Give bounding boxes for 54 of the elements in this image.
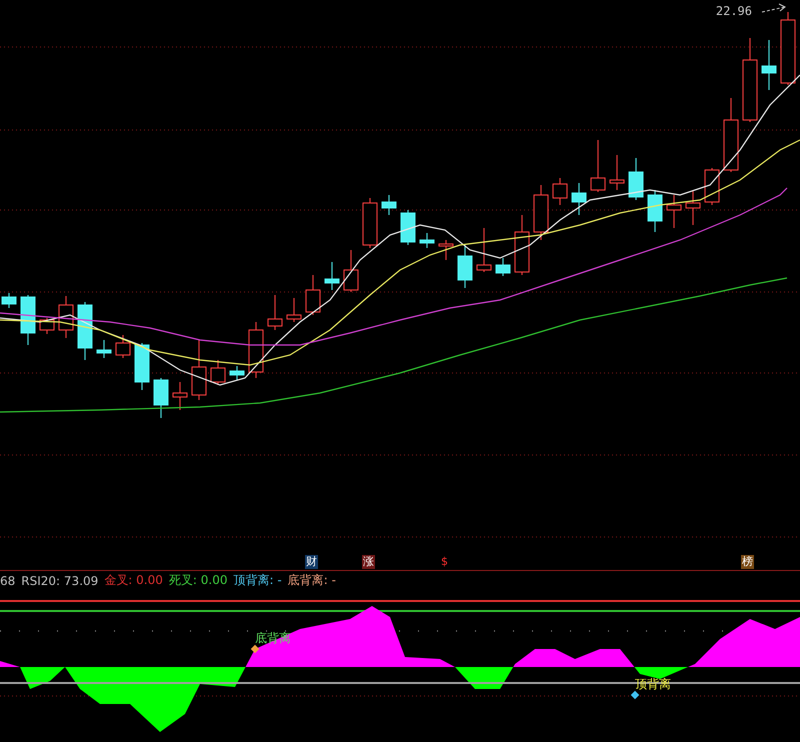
candlestick: [458, 244, 472, 288]
candlestick: [362, 198, 378, 248]
candlestick: [666, 194, 682, 228]
event-marker[interactable]: 财: [305, 555, 318, 569]
candlestick: [2, 292, 16, 308]
candlestick: [476, 228, 492, 272]
candlestick: [344, 250, 358, 292]
candlestick: [628, 158, 644, 200]
candlestick: [496, 258, 510, 276]
candlestick: [192, 340, 206, 400]
candlestick: [268, 294, 282, 330]
candlestick: [382, 194, 396, 216]
candlestick: [306, 274, 320, 316]
candlestick: [324, 262, 340, 290]
event-marker[interactable]: 涨: [362, 555, 375, 569]
candlestick: [572, 182, 586, 216]
candlestick: [534, 184, 548, 240]
indicator-label: 68: [0, 574, 16, 588]
divergence-label: 底背离: [255, 630, 291, 647]
candlestick: [172, 382, 188, 410]
diamond-icon: [250, 644, 260, 654]
indicator-value: 顶背离: -: [233, 572, 282, 589]
candlestick: [248, 322, 264, 378]
candlestick: [154, 378, 168, 418]
arrow-icon: [762, 4, 786, 12]
candlestick: [58, 296, 74, 338]
candlestick: [230, 366, 244, 380]
candlestick: [648, 190, 662, 232]
candlestick: [96, 340, 112, 358]
candlestick: [704, 168, 720, 206]
candlestick: [420, 232, 434, 248]
candlestick: [40, 318, 54, 334]
candlestick: [400, 210, 416, 246]
candlestick: [590, 140, 606, 192]
candlestick: [762, 40, 776, 90]
candlestick: [20, 294, 36, 346]
candlestick: [438, 240, 454, 260]
event-marker[interactable]: $: [440, 555, 449, 569]
indicator-value: RSI20: 73.09: [21, 574, 98, 588]
indicator-value: 金叉: 0.00: [104, 572, 163, 589]
event-marker[interactable]: 榜: [741, 555, 754, 569]
indicator-value: 死叉: 0.00: [168, 572, 228, 589]
candlestick: [552, 178, 568, 206]
candlestick: [686, 190, 700, 226]
indicator-value: 底背离: -: [288, 572, 336, 589]
candlestick: [286, 298, 302, 322]
price-label: 22.96: [716, 4, 752, 18]
diamond-icon: [630, 690, 640, 700]
candlestick: [134, 342, 150, 390]
candlestick: [210, 360, 226, 386]
candlestick: [116, 334, 130, 358]
candlestick: [610, 154, 624, 190]
candlestick: [514, 214, 530, 276]
candlestick: [78, 302, 92, 360]
